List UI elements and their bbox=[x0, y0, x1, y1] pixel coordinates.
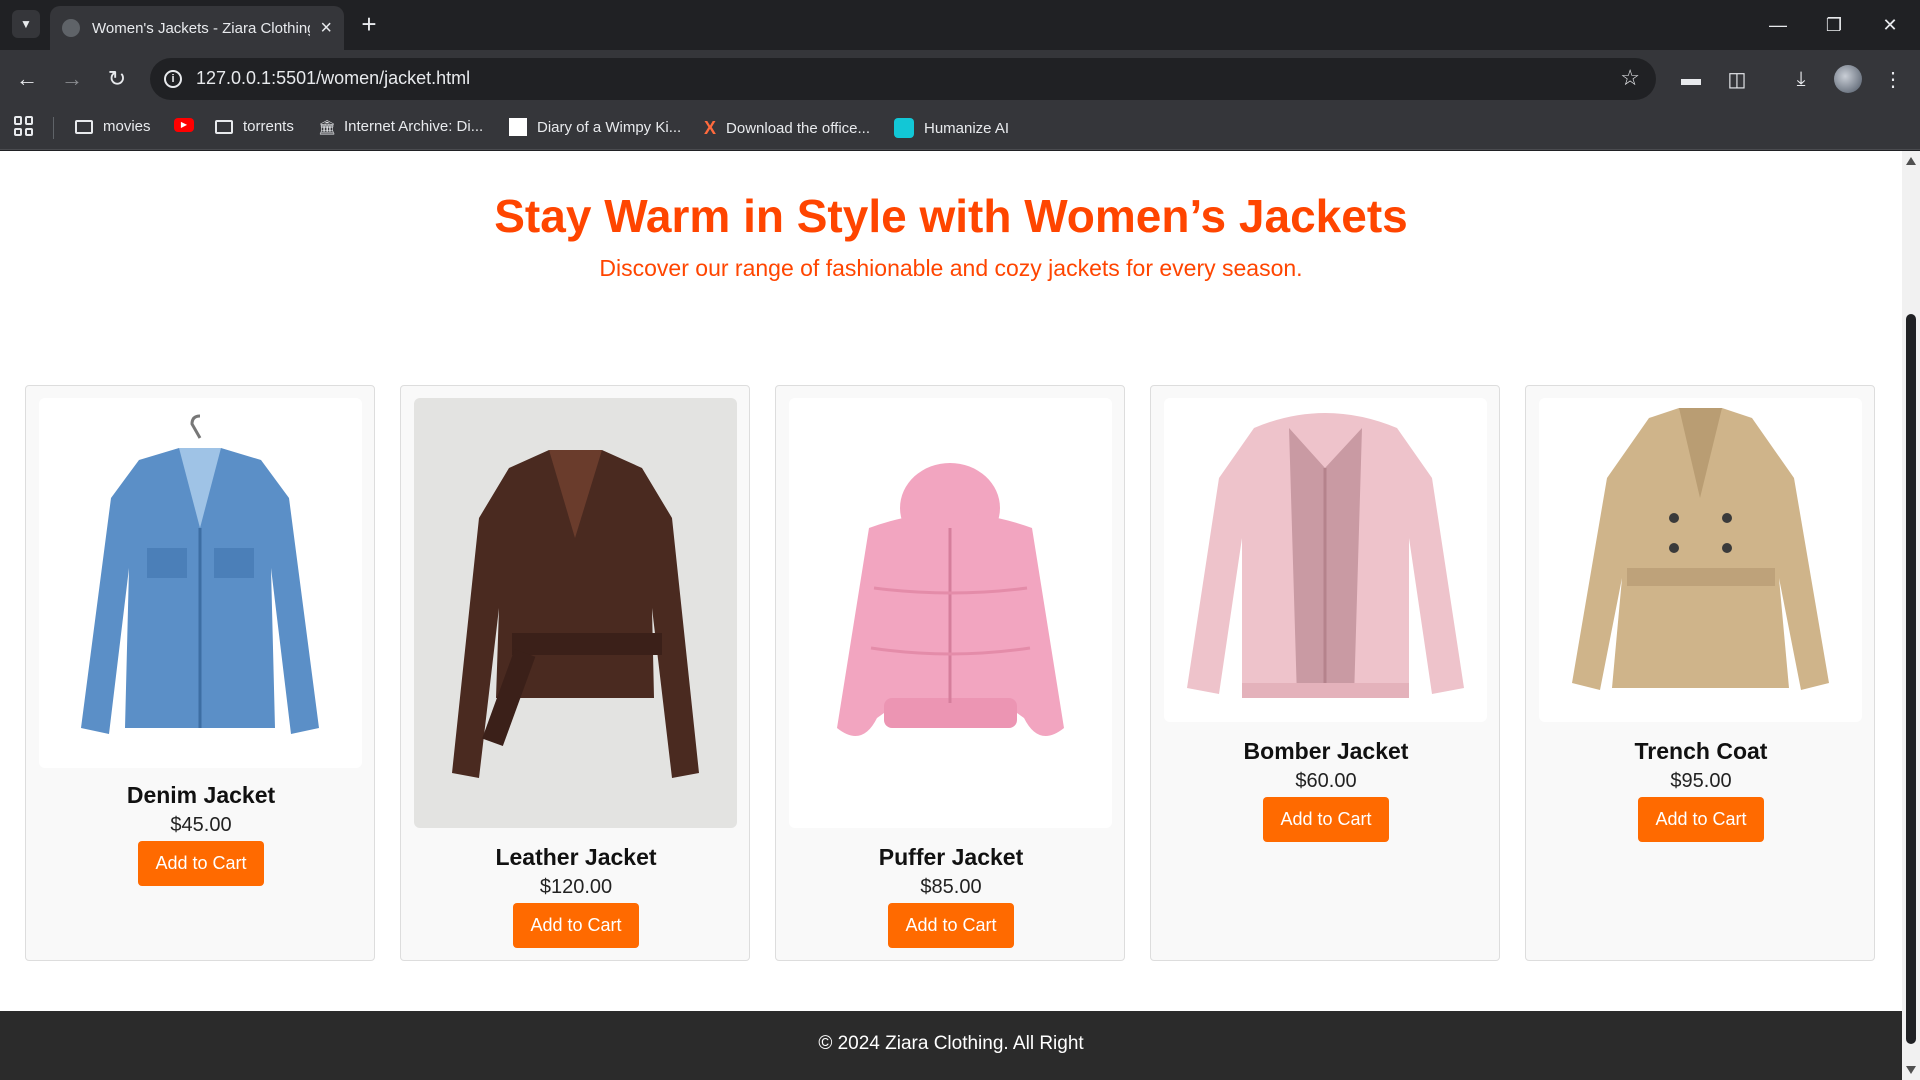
bookmark-divider bbox=[53, 117, 54, 139]
archive-icon: 🏛 bbox=[318, 118, 336, 135]
humanize-icon bbox=[894, 118, 914, 138]
product-price: $120.00 bbox=[539, 876, 613, 898]
reload-icon[interactable]: ↻ bbox=[102, 64, 132, 94]
extension-card-icon[interactable]: ▬ bbox=[1676, 64, 1706, 94]
add-to-cart-button[interactable]: Add to Cart bbox=[1263, 797, 1389, 842]
bookmarks-bar: movies ▶ torrents 🏛 Internet Archive: Di… bbox=[0, 108, 1920, 150]
product-name: Leather Jacket bbox=[495, 844, 657, 870]
new-tab-icon[interactable]: + bbox=[354, 10, 384, 40]
product-card: Puffer Jacket $85.00 Add to Cart bbox=[775, 385, 1125, 961]
page-viewport: Stay Warm in Style with Women’s Jackets … bbox=[0, 151, 1902, 1080]
scroll-up-arrow-icon[interactable] bbox=[1906, 157, 1916, 165]
product-name: Puffer Jacket bbox=[878, 844, 1024, 870]
bookmark-download-office[interactable]: X Download the office... bbox=[704, 118, 870, 139]
menu-kebab-icon[interactable]: ⋮ bbox=[1878, 64, 1908, 94]
product-image-puffer bbox=[789, 398, 1112, 828]
product-price: $45.00 bbox=[170, 814, 232, 836]
scrollbar-thumb[interactable] bbox=[1906, 314, 1916, 1044]
product-card: Bomber Jacket $60.00 Add to Cart bbox=[1150, 385, 1500, 961]
tab-strip: ▼ Women's Jackets - Ziara Clothing × + —… bbox=[0, 0, 1920, 50]
site-footer: © 2024 Ziara Clothing. All Right bbox=[0, 1011, 1902, 1080]
product-card: Trench Coat $95.00 Add to Cart bbox=[1525, 385, 1875, 961]
product-price: $95.00 bbox=[1670, 770, 1732, 792]
bookmark-label: movies bbox=[103, 118, 151, 135]
bookmark-internet-archive[interactable]: 🏛 Internet Archive: Di... bbox=[318, 118, 483, 135]
active-tab[interactable]: Women's Jackets - Ziara Clothing × bbox=[50, 6, 344, 50]
minimize-icon[interactable]: — bbox=[1750, 0, 1806, 50]
bookmark-movies[interactable]: movies bbox=[75, 118, 151, 135]
product-name: Bomber Jacket bbox=[1243, 738, 1409, 764]
bookmark-torrents[interactable]: torrents bbox=[215, 118, 294, 135]
bookmark-label: Diary of a Wimpy Ki... bbox=[537, 118, 682, 136]
product-image-bomber bbox=[1164, 398, 1487, 722]
product-name: Trench Coat bbox=[1634, 738, 1768, 764]
product-card: Leather Jacket $120.00 Add to Cart bbox=[400, 385, 750, 961]
address-bar[interactable]: i 127.0.0.1:5501/women/jacket.html ☆ bbox=[150, 58, 1656, 100]
profile-avatar[interactable] bbox=[1834, 65, 1862, 93]
close-tab-icon[interactable]: × bbox=[320, 18, 332, 38]
add-to-cart-button[interactable]: Add to Cart bbox=[1638, 797, 1764, 842]
globe-icon bbox=[62, 19, 80, 37]
apps-grid-icon[interactable] bbox=[14, 116, 34, 136]
bookmark-star-icon[interactable]: ☆ bbox=[1620, 65, 1640, 91]
folder-icon bbox=[215, 119, 233, 134]
add-to-cart-button[interactable]: Add to Cart bbox=[888, 903, 1014, 948]
product-price: $85.00 bbox=[920, 876, 982, 898]
product-image-denim bbox=[39, 398, 362, 768]
x-logo-icon: X bbox=[704, 118, 717, 138]
add-to-cart-button[interactable]: Add to Cart bbox=[138, 841, 264, 886]
bookmark-label: Internet Archive: Di... bbox=[344, 118, 484, 135]
restore-icon[interactable]: ❐ bbox=[1806, 0, 1862, 50]
bookmark-label: torrents bbox=[243, 118, 294, 135]
youtube-icon: ▶ bbox=[174, 118, 194, 132]
bookmark-label: Humanize AI bbox=[924, 119, 1010, 137]
product-image-trench bbox=[1539, 398, 1862, 722]
add-to-cart-button[interactable]: Add to Cart bbox=[513, 903, 639, 948]
back-icon[interactable]: ← bbox=[12, 64, 42, 94]
scroll-down-arrow-icon[interactable] bbox=[1906, 1066, 1916, 1074]
folder-icon bbox=[75, 119, 93, 134]
tab-search-icon[interactable]: ▼ bbox=[12, 10, 40, 38]
product-image-leather bbox=[414, 398, 737, 828]
product-card: Denim Jacket $45.00 Add to Cart bbox=[25, 385, 375, 961]
bookmark-label: Download the office... bbox=[726, 120, 870, 137]
download-icon[interactable]: ⤓ bbox=[1786, 64, 1816, 94]
bookmark-youtube[interactable]: ▶ bbox=[174, 118, 194, 132]
close-window-icon[interactable]: ✕ bbox=[1862, 0, 1918, 50]
tab-title: Women's Jackets - Ziara Clothing bbox=[92, 19, 311, 37]
forward-icon[interactable]: → bbox=[57, 64, 87, 94]
browser-toolbar: ← → ↻ i 127.0.0.1:5501/women/jacket.html… bbox=[0, 50, 1920, 108]
bookmark-humanize[interactable]: Humanize AI bbox=[894, 118, 1009, 138]
url-text[interactable]: 127.0.0.1:5501/women/jacket.html bbox=[196, 68, 470, 89]
footer-copyright: © 2024 Ziara Clothing. All Right bbox=[818, 1033, 1084, 1054]
product-price: $60.00 bbox=[1295, 770, 1357, 792]
product-name: Denim Jacket bbox=[126, 782, 276, 808]
blank-page-icon bbox=[509, 118, 527, 136]
bookmark-diary[interactable]: Diary of a Wimpy Ki... bbox=[509, 118, 681, 136]
vertical-scrollbar[interactable] bbox=[1902, 151, 1920, 1080]
page-title: Stay Warm in Style with Women’s Jackets bbox=[494, 190, 1408, 242]
site-info-icon[interactable]: i bbox=[164, 70, 182, 88]
extensions-puzzle-icon[interactable]: ◫ bbox=[1722, 64, 1752, 94]
page-subtitle: Discover our range of fashionable and co… bbox=[599, 255, 1303, 281]
